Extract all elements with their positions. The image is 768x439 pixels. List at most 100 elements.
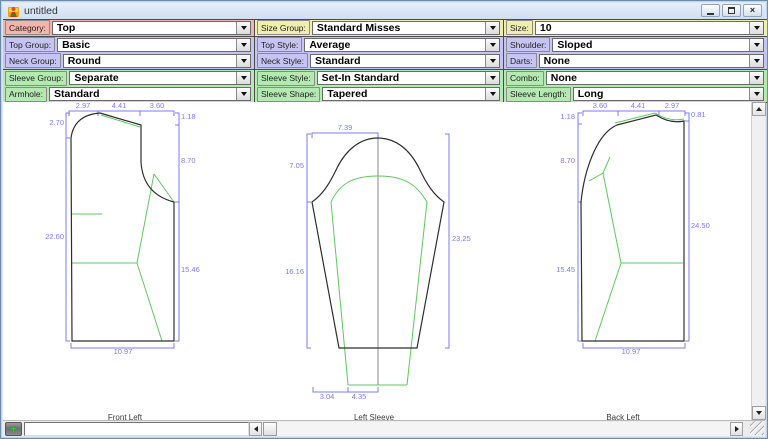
darts-value: None: [543, 54, 570, 67]
neck-group-combobox[interactable]: Round: [62, 54, 251, 68]
combo-label: Combo:: [506, 70, 544, 86]
dim-label: 23.25: [452, 234, 471, 243]
dim-label: 10.97: [113, 347, 133, 356]
sleeve-group-value: Separate: [74, 72, 119, 85]
dim-label: 3.60: [149, 102, 165, 110]
armhole-value: Standard: [54, 88, 100, 101]
chevron-down-icon[interactable]: [485, 39, 499, 51]
field-shoulder: Shoulder: Sloped: [504, 36, 767, 54]
shoulder-combobox[interactable]: Sloped: [552, 38, 764, 52]
dim-label: 1.18: [181, 112, 196, 121]
piece-name-front-left: Front Left: [107, 413, 143, 420]
chevron-down-icon[interactable]: [749, 88, 763, 100]
pattern-tool-button[interactable]: +: [5, 422, 22, 436]
sleeve-length-label: Sleeve Length:: [506, 86, 571, 102]
neck-style-combobox[interactable]: Standard: [310, 54, 500, 68]
pattern-options-panel: Category: Top Size Group: Standard Misse…: [3, 19, 767, 103]
chevron-down-icon[interactable]: [485, 72, 499, 84]
back-seam-lines: [588, 112, 685, 342]
chevron-down-icon[interactable]: [236, 39, 250, 51]
chevron-down-icon[interactable]: [749, 72, 763, 84]
horizontal-scrollbar-thumb[interactable]: [263, 422, 277, 436]
dim-label: 7.39: [337, 123, 353, 132]
combo-value: None: [550, 72, 578, 85]
chevron-down-icon[interactable]: [485, 88, 499, 100]
darts-label: Darts:: [506, 53, 537, 69]
field-sleeve-style: Sleeve Style: Set-In Standard: [255, 69, 504, 87]
front-left-outline[interactable]: [70, 112, 175, 342]
maximize-icon: [728, 7, 735, 14]
armhole-label: Armhole:: [5, 86, 48, 102]
dim-label: 4.41: [630, 102, 646, 110]
arrow-up-icon: [756, 107, 762, 111]
top-style-label: Top Style:: [257, 37, 303, 53]
armhole-combobox[interactable]: Standard: [49, 87, 251, 101]
sleeve-shape-combobox[interactable]: Tapered: [322, 87, 500, 101]
chevron-down-icon[interactable]: [236, 55, 250, 67]
neck-style-value: Standard: [315, 54, 361, 67]
chevron-down-icon[interactable]: [749, 39, 763, 51]
app-icon: [8, 6, 19, 17]
field-top-style: Top Style: Average: [255, 36, 504, 54]
vertical-scrollbar[interactable]: [751, 102, 766, 420]
sleeve-length-combobox[interactable]: Long: [572, 87, 764, 101]
field-sleeve-group: Sleeve Group: Separate: [3, 69, 255, 87]
dim-label: 2.97: [664, 102, 680, 110]
dim-label: 1.18: [560, 112, 575, 121]
dim-label: 2.97: [75, 102, 91, 110]
sleeve-group-label: Sleeve Group:: [5, 70, 68, 86]
minimize-icon: [707, 12, 714, 15]
chevron-down-icon[interactable]: [749, 55, 763, 67]
minimize-button[interactable]: [701, 4, 720, 17]
sleeve-seam-lines: [330, 175, 428, 386]
top-group-label: Top Group:: [5, 37, 56, 53]
scroll-right-button[interactable]: [730, 422, 743, 436]
dim-label: 0.81: [691, 110, 706, 119]
scroll-up-button[interactable]: [752, 102, 766, 116]
field-neck-style: Neck Style: Standard: [255, 53, 504, 70]
pattern-canvas[interactable]: 2.97 4.41 3.60 2.70 22.60 1.18 8.70 15.4…: [3, 102, 753, 420]
dim-label: 2.70: [49, 118, 64, 127]
top-style-combobox[interactable]: Average: [304, 38, 500, 52]
neck-style-label: Neck Style:: [257, 53, 308, 69]
category-label: Category:: [5, 20, 50, 36]
back-left-outline[interactable]: [580, 114, 685, 342]
chevron-down-icon[interactable]: [485, 55, 499, 67]
combo-combobox[interactable]: None: [545, 71, 764, 85]
sleeve-shape-value: Tapered: [327, 88, 368, 101]
chevron-down-icon[interactable]: [236, 88, 250, 100]
chevron-down-icon[interactable]: [485, 22, 499, 34]
dim-label: 4.41: [111, 102, 127, 110]
resize-grip-icon[interactable]: [750, 421, 764, 435]
neck-group-label: Neck Group:: [5, 53, 61, 69]
chevron-down-icon[interactable]: [236, 22, 250, 34]
maximize-button[interactable]: [722, 4, 741, 17]
neck-group-value: Round: [67, 54, 101, 67]
sleeve-style-combobox[interactable]: Set-In Standard: [316, 71, 500, 85]
top-style-value: Average: [309, 38, 351, 51]
sleeve-style-value: Set-In Standard: [321, 72, 400, 85]
close-button[interactable]: ×: [743, 4, 762, 17]
size-group-combobox[interactable]: Standard Misses: [311, 21, 500, 35]
bottom-bar: +: [3, 420, 765, 436]
scroll-left-button[interactable]: [249, 422, 262, 436]
green-plus-icon: +: [9, 422, 17, 436]
scroll-down-button[interactable]: [752, 406, 766, 420]
chevron-down-icon[interactable]: [749, 22, 763, 34]
horizontal-scrollbar[interactable]: [249, 422, 743, 436]
top-group-value: Basic: [62, 38, 91, 51]
back-dimension-brackets: [577, 110, 690, 349]
top-group-combobox[interactable]: Basic: [57, 38, 251, 52]
title-bar[interactable]: untitled ×: [3, 3, 765, 19]
shoulder-value: Sloped: [557, 38, 593, 51]
field-sleeve-shape: Sleeve Shape: Tapered: [255, 86, 504, 103]
sleeve-length-value: Long: [577, 88, 604, 101]
sleeve-group-combobox[interactable]: Separate: [69, 71, 251, 85]
field-size-group: Size Group: Standard Misses: [255, 20, 504, 37]
size-combobox[interactable]: 10: [534, 21, 764, 35]
shoulder-label: Shoulder:: [506, 37, 551, 53]
chevron-down-icon[interactable]: [236, 72, 250, 84]
category-combobox[interactable]: Top: [51, 21, 251, 35]
sleeve-shape-label: Sleeve Shape:: [257, 86, 321, 102]
darts-combobox[interactable]: None: [538, 54, 764, 68]
